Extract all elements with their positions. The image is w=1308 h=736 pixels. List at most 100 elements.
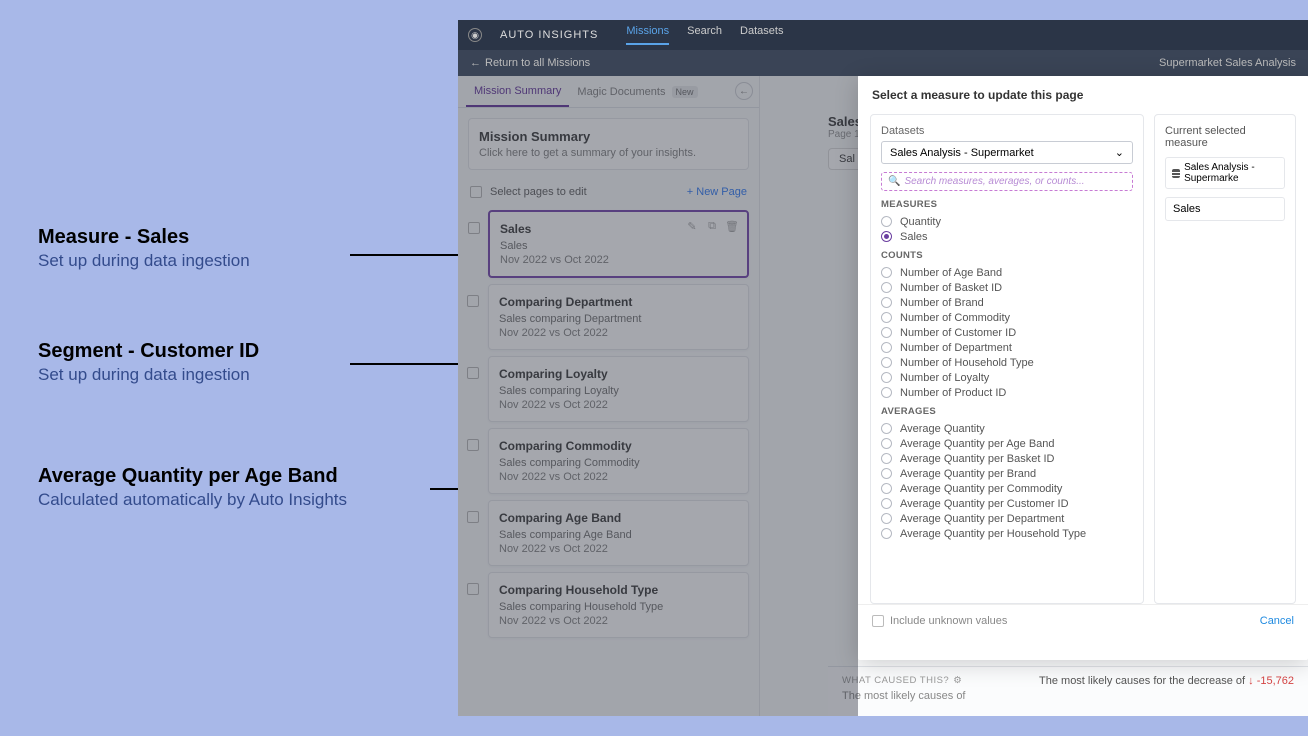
measure-option[interactable]: Average Quantity per Household Type [881,526,1133,541]
page-card-sub: Sales comparing Loyalty [499,385,738,397]
page-card-dates: Nov 2022 vs Oct 2022 [499,327,738,339]
page-card[interactable]: Comparing Commodity Sales comparing Commo… [488,428,749,494]
measure-option[interactable]: Number of Customer ID [881,325,1133,340]
measure-option[interactable]: Average Quantity per Age Band [881,436,1133,451]
radio-icon [881,282,892,293]
return-link[interactable]: ← Return to all Missions [470,57,590,69]
app-nav: Missions Search Datasets [626,25,783,45]
measure-option[interactable]: Sales [881,229,1133,244]
annotation-average-sub: Calculated automatically by Auto Insight… [38,490,347,510]
current-dataset-chip: Sales Analysis - Supermarke [1165,157,1285,189]
measure-option[interactable]: Number of Product ID [881,385,1133,400]
radio-icon [881,372,892,383]
mission-summary-title: Mission Summary [479,129,738,144]
measure-search-input[interactable]: 🔍 Search measures, averages, or counts..… [881,172,1133,191]
measure-option[interactable]: Number of Department [881,340,1133,355]
radio-icon [881,327,892,338]
pencil-icon[interactable]: ✎ [685,220,699,233]
radio-icon [881,357,892,368]
select-all-checkbox[interactable] [470,186,482,198]
annotation-average: Average Quantity per Age Band Calculated… [38,465,347,510]
what-caused-label: WHAT CAUSED THIS? [842,675,949,686]
copy-icon[interactable]: ⧉ [705,220,719,233]
include-unknown-label: Include unknown values [890,615,1007,627]
new-page-link[interactable]: + New Page [687,186,747,198]
measure-option-label: Average Quantity per Household Type [900,528,1086,540]
page-card-title: Comparing Commodity [499,439,738,453]
page-card-checkbox[interactable] [468,222,480,234]
measure-option[interactable]: Average Quantity per Department [881,511,1133,526]
nav-missions[interactable]: Missions [626,25,669,45]
radio-icon [881,423,892,434]
measure-option[interactable]: Number of Basket ID [881,280,1133,295]
page-card-checkbox[interactable] [467,367,479,379]
measure-option-label: Average Quantity per Customer ID [900,498,1069,510]
page-card-dates: Nov 2022 vs Oct 2022 [499,543,738,555]
logo-icon: ◉ [468,28,482,42]
radio-icon [881,498,892,509]
measure-option-label: Number of Household Type [900,357,1034,369]
nav-search[interactable]: Search [687,25,722,45]
group-measures-head: MEASURES [881,199,1133,210]
page-card-title: Comparing Household Type [499,583,738,597]
page-card-checkbox[interactable] [467,295,479,307]
modal-body: Datasets Sales Analysis - Supermarket ⌄ … [858,114,1308,604]
annotation-region: Measure - Sales Set up during data inges… [0,0,458,736]
collapse-left-icon[interactable]: ← [735,82,753,100]
measure-option[interactable]: Number of Age Band [881,265,1133,280]
measure-option[interactable]: Number of Loyalty [881,370,1133,385]
measure-option-label: Average Quantity per Brand [900,468,1036,480]
radio-icon [881,528,892,539]
measure-option[interactable]: Average Quantity per Commodity [881,481,1133,496]
measure-option-label: Average Quantity per Department [900,513,1064,525]
mission-summary-card[interactable]: Mission Summary Click here to get a summ… [468,118,749,170]
page-card-sub: Sales comparing Commodity [499,457,738,469]
search-placeholder: Search measures, averages, or counts... [904,176,1084,187]
annotation-segment-sub: Set up during data ingestion [38,365,259,385]
group-averages-head: AVERAGES [881,406,1133,417]
tab-magic-label: Magic Documents [577,86,665,98]
page-card-checkbox[interactable] [467,439,479,451]
radio-icon [881,342,892,353]
page-card-checkbox[interactable] [467,583,479,595]
measure-option[interactable]: Number of Commodity [881,310,1133,325]
page-card[interactable]: Comparing Loyalty Sales comparing Loyalty… [488,356,749,422]
database-icon [1172,169,1180,178]
datasets-label: Datasets [881,125,1133,137]
page-card-sub: Sales comparing Age Band [499,529,738,541]
group-counts-head: COUNTS [881,250,1133,261]
current-measure-label: Current selected measure [1165,125,1285,149]
decrease-arrow-icon: ↓ [1248,675,1254,687]
measure-option[interactable]: Average Quantity per Brand [881,466,1133,481]
dataset-select[interactable]: Sales Analysis - Supermarket ⌄ [881,141,1133,164]
measure-option-label: Quantity [900,216,941,228]
gear-icon[interactable]: ⚙ [953,675,962,686]
measure-option[interactable]: Number of Household Type [881,355,1133,370]
page-card[interactable]: Comparing DepartmentSales comparing Depa… [488,284,749,350]
measure-option[interactable]: Average Quantity [881,421,1133,436]
breadcrumb: Supermarket Sales Analysis [1159,57,1296,69]
measure-option-label: Average Quantity per Basket ID [900,453,1055,465]
measure-option[interactable]: Quantity [881,214,1133,229]
include-unknown-checkbox[interactable] [872,615,884,627]
measure-selector-modal: Select a measure to update this page Dat… [858,76,1308,660]
measure-option[interactable]: Number of Brand [881,295,1133,310]
measure-option[interactable]: Average Quantity per Customer ID [881,496,1133,511]
measure-option[interactable]: Average Quantity per Basket ID [881,451,1133,466]
cancel-button[interactable]: Cancel [1260,615,1294,627]
page-card-checkbox[interactable] [467,511,479,523]
tab-magic-documents[interactable]: Magic Documents New [569,78,705,106]
page-card-title: Comparing Loyalty [499,367,738,381]
modal-header: Select a measure to update this page [858,76,1308,114]
page-card[interactable]: Comparing Age BandSales comparing Age Ba… [488,500,749,566]
include-unknown-row[interactable]: Include unknown values [872,615,1007,627]
page-card[interactable]: Comparing Household TypeSales comparing … [488,572,749,638]
cause-left-text: The most likely causes of [842,690,966,702]
app-subbar: ← Return to all Missions Supermarket Sal… [458,50,1308,76]
radio-icon [881,483,892,494]
measure-option-label: Number of Customer ID [900,327,1016,339]
trash-icon[interactable]: 🗑 [725,220,739,233]
tab-mission-summary[interactable]: Mission Summary [466,77,569,107]
nav-datasets[interactable]: Datasets [740,25,783,45]
page-card[interactable]: SalesSalesNov 2022 vs Oct 2022✎⧉🗑 [488,210,749,278]
